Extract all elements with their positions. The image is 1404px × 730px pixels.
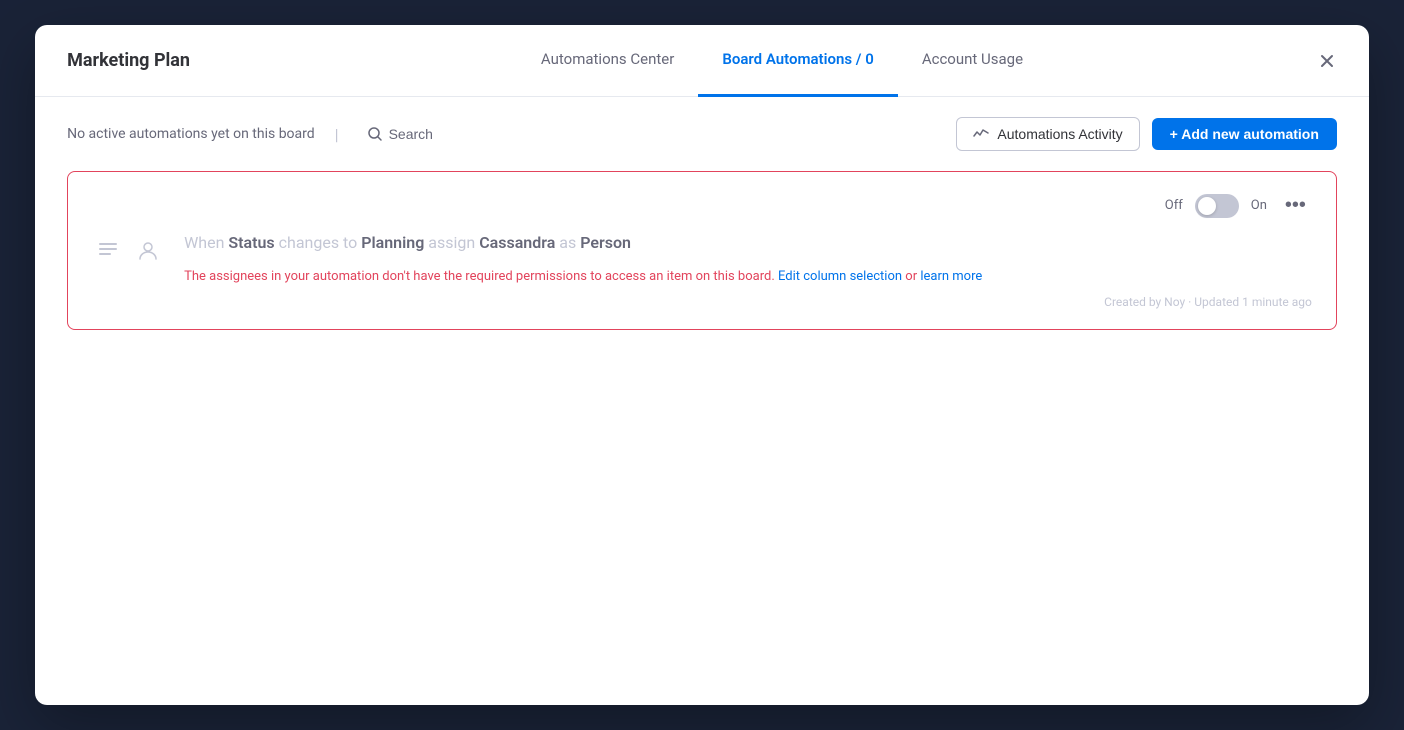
person-name: Cassandra <box>479 233 555 252</box>
rule-prefix: When <box>184 233 228 252</box>
no-automations-label: No active automations yet on this board <box>67 126 315 142</box>
rule-changes: changes to <box>275 233 362 252</box>
automation-icons <box>92 235 164 267</box>
modal-title: Marketing Plan <box>67 50 227 71</box>
toggle-on-label: On <box>1251 198 1267 213</box>
more-dots-icon: ••• <box>1285 194 1306 217</box>
toggle-thumb <box>1198 197 1216 215</box>
rule-as: as <box>555 233 580 252</box>
modal-header: Marketing Plan Automations Center Board … <box>35 25 1369 97</box>
or-text: or <box>905 269 920 284</box>
toolbar-right: Automations Activity + Add new automatio… <box>956 117 1337 151</box>
close-icon <box>1317 51 1337 71</box>
automations-activity-button[interactable]: Automations Activity <box>956 117 1139 151</box>
search-label: Search <box>389 126 433 142</box>
edit-column-link[interactable]: Edit column selection <box>778 269 902 284</box>
tab-automations-center[interactable]: Automations Center <box>517 25 698 97</box>
person-keyword: Person <box>580 233 631 252</box>
add-automation-label: + Add new automation <box>1170 126 1319 142</box>
automation-footer: Created by Noy · Updated 1 minute ago <box>92 295 1312 309</box>
automations-activity-label: Automations Activity <box>997 126 1122 142</box>
tab-account-usage[interactable]: Account Usage <box>898 25 1047 97</box>
search-button[interactable]: Search <box>359 122 441 146</box>
more-options-button[interactable]: ••• <box>1279 192 1312 219</box>
modal-toolbar: No active automations yet on this board … <box>35 97 1369 171</box>
automation-toggle[interactable] <box>1195 194 1239 218</box>
rule-assign: assign <box>424 233 479 252</box>
status-keyword: Status <box>228 233 274 252</box>
list-icon-svg <box>96 239 120 263</box>
automation-body: When Status changes to Planning assign C… <box>92 231 1312 287</box>
warning-text: The assignees in your automation don't h… <box>184 269 775 284</box>
modal-content: Off On ••• <box>35 171 1369 705</box>
learn-more-link[interactable]: learn more <box>920 269 982 284</box>
add-automation-button[interactable]: + Add new automation <box>1152 118 1337 150</box>
tab-board-automations[interactable]: Board Automations / 0 <box>698 25 897 97</box>
automation-details: When Status changes to Planning assign C… <box>184 231 982 287</box>
automation-meta: Created by Noy · Updated 1 minute ago <box>1104 295 1312 309</box>
close-button[interactable] <box>1309 43 1345 79</box>
person-icon <box>132 235 164 267</box>
automation-warning: The assignees in your automation don't h… <box>184 267 982 287</box>
list-icon <box>92 235 124 267</box>
modal-tabs: Automations Center Board Automations / 0… <box>227 25 1337 97</box>
automation-card: Off On ••• <box>67 171 1337 330</box>
activity-icon <box>973 126 989 142</box>
automation-modal: Marketing Plan Automations Center Board … <box>35 25 1369 705</box>
search-icon <box>367 126 383 142</box>
card-top-controls: Off On ••• <box>92 192 1312 219</box>
toggle-off-label: Off <box>1165 198 1183 213</box>
planning-keyword: Planning <box>361 233 424 252</box>
toggle-track <box>1195 194 1239 218</box>
person-icon-svg <box>136 239 160 263</box>
toolbar-separator: | <box>335 125 339 144</box>
automation-rule-text: When Status changes to Planning assign C… <box>184 231 982 255</box>
